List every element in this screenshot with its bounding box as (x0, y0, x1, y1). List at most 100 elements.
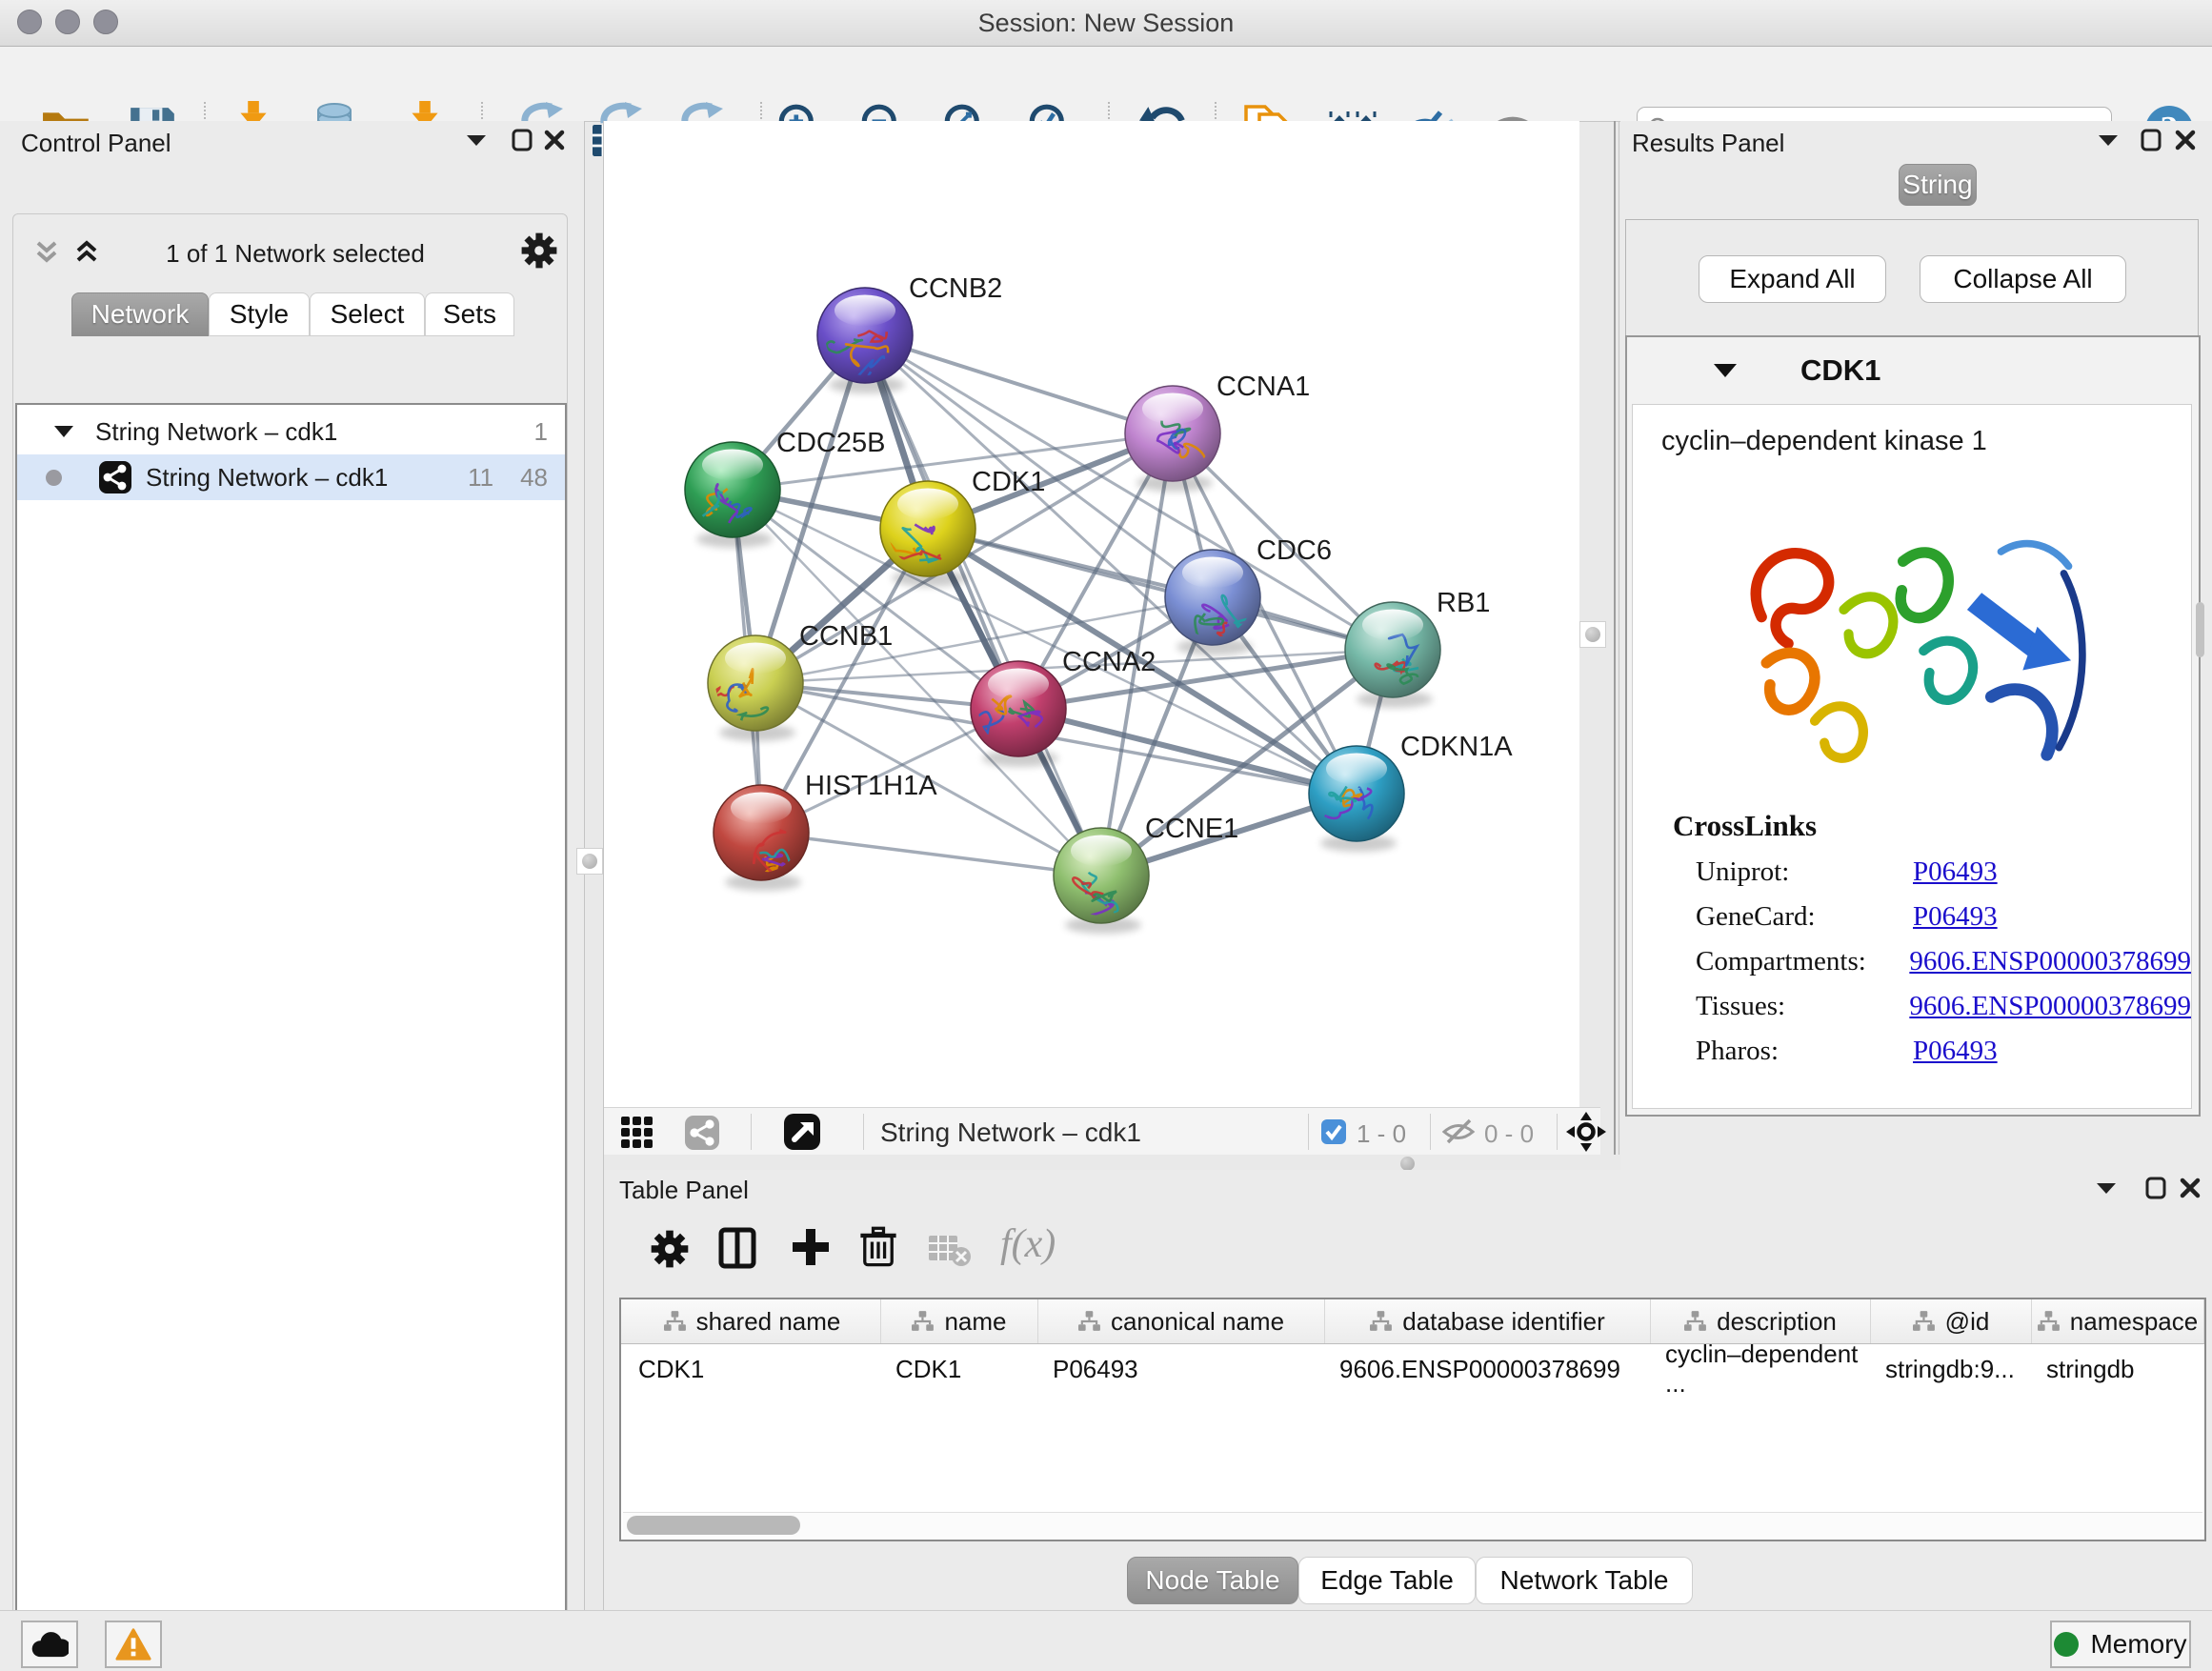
network-collection-row[interactable]: String Network – cdk1 1 (17, 409, 565, 454)
right-splitter-handle[interactable] (1579, 621, 1606, 648)
gene-symbol: CDK1 (1800, 353, 1880, 388)
crosslink-link[interactable]: 9606.ENSP00000378699 (1909, 946, 2191, 977)
results-panel-menu-caret-icon[interactable] (2092, 126, 2124, 154)
table-hscrollbar-thumb[interactable] (627, 1516, 800, 1535)
table-cell[interactable]: cyclin–dependent ... (1651, 1347, 1871, 1391)
column-header-sharedname[interactable]: shared name (624, 1299, 881, 1343)
table-panel-float-icon[interactable] (2140, 1174, 2172, 1202)
node-table: shared name name canonical namedatabase id… (619, 1298, 2206, 1541)
fit-selected-crosshair-icon[interactable] (1566, 1112, 1606, 1157)
column-header-canonicalname[interactable]: canonical name (1038, 1299, 1325, 1343)
column-header-namespace[interactable]: namespace (2032, 1299, 2204, 1343)
gene-section-header[interactable]: CDK1 (1627, 337, 2199, 404)
network-row-selected[interactable]: String Network – cdk1 11 48 (17, 454, 565, 500)
divider-line (1614, 121, 1616, 1155)
tab-string[interactable]: String (1899, 164, 1977, 206)
network-node-label-CDKN1A: CDKN1A (1400, 732, 1513, 762)
delete-table-icon (928, 1235, 972, 1272)
memory-button[interactable]: Memory (2050, 1621, 2191, 1668)
hidden-items-eye-icon[interactable] (1442, 1117, 1477, 1151)
table-cell[interactable]: CDK1 (881, 1347, 1038, 1391)
table-panel-title: Table Panel (619, 1176, 749, 1205)
collapse-all-networks-icon[interactable] (30, 237, 63, 272)
crosslinks-title: CrossLinks (1673, 809, 2191, 843)
column-header-id[interactable]: @id (1871, 1299, 2032, 1343)
tab-edge-table[interactable]: Edge Table (1298, 1557, 1476, 1604)
network-canvas[interactable]: CCNB2CCNA1CDC25BCDK1CDC6RB1CCNB1CCNA2CDK… (604, 121, 1579, 1107)
share-view-icon[interactable] (684, 1115, 720, 1156)
tab-style[interactable]: Style (209, 292, 310, 336)
table-toolbar: f(x) (612, 1208, 2204, 1290)
tab-node-table[interactable]: Node Table (1127, 1557, 1298, 1604)
crosslink-label: Compartments: (1696, 946, 1909, 977)
column-header-label: name (944, 1307, 1006, 1337)
splitter-grip-icon[interactable] (1400, 1157, 1415, 1171)
node-gloss (988, 669, 1049, 700)
cloud-icon (30, 1630, 69, 1659)
network-node-label-CDK1: CDK1 (972, 467, 1045, 497)
hidden-nodes-edges-count: 0 - 0 (1484, 1119, 1534, 1149)
gene-description: cyclin–dependent kinase 1 (1661, 426, 2191, 457)
node-gloss (1071, 836, 1132, 867)
table-cell[interactable]: stringdb (2032, 1347, 2204, 1391)
crosslink-link[interactable]: P06493 (1913, 856, 1998, 888)
tab-sets[interactable]: Sets (425, 292, 514, 336)
node-gloss (1142, 393, 1203, 425)
left-splitter-handle[interactable] (576, 848, 603, 875)
table-panel-menu-caret-icon[interactable] (2090, 1174, 2122, 1202)
control-panel-float-icon[interactable] (506, 126, 538, 154)
results-panel-close-icon[interactable] (2169, 126, 2202, 154)
results-scrollbar-thumb[interactable] (2196, 602, 2204, 657)
results-panel-float-icon[interactable] (2135, 126, 2167, 154)
column-type-icon (1684, 1311, 1707, 1332)
table-cell[interactable]: 9606.ENSP00000378699 (1325, 1347, 1651, 1391)
gene-collapse-caret-icon[interactable] (1713, 362, 1738, 379)
crosslink-link[interactable]: P06493 (1913, 901, 1998, 933)
network-edge-CCNB2-CCNA1[interactable] (865, 335, 1173, 433)
network-options-gear-icon[interactable] (520, 232, 558, 274)
memory-status-dot (2054, 1632, 2079, 1657)
create-column-icon[interactable] (718, 1227, 756, 1274)
table-cell[interactable]: stringdb:9... (1871, 1347, 2032, 1391)
expand-all-networks-icon[interactable] (70, 237, 103, 272)
column-header-name[interactable]: name (881, 1299, 1038, 1343)
results-buttons-box: Expand All Collapse All (1625, 219, 2199, 337)
selected-checkbox-icon[interactable] (1320, 1118, 1347, 1150)
table-cell[interactable]: CDK1 (624, 1347, 881, 1391)
table-panel: Table Panel f(x) shared name name canonica… (604, 1170, 2212, 1610)
collection-count: 1 (534, 417, 548, 447)
table-hscrollbar[interactable] (623, 1512, 2202, 1538)
column-header-description[interactable]: description (1651, 1299, 1871, 1343)
network-node-label-CCNB2: CCNB2 (909, 273, 1002, 304)
expand-all-button[interactable]: Expand All (1699, 255, 1886, 303)
delete-trash-icon[interactable] (857, 1225, 899, 1274)
tab-network[interactable]: Network (71, 292, 209, 336)
grid-view-icon[interactable] (619, 1115, 655, 1156)
network-row-label: String Network – cdk1 (146, 463, 388, 493)
warnings-button[interactable] (105, 1621, 162, 1668)
table-settings-gear-icon[interactable] (650, 1229, 690, 1274)
control-panel-close-icon[interactable] (538, 126, 571, 154)
function-builder-icon: f(x) (1000, 1221, 1056, 1267)
birdseye-view-icon[interactable] (783, 1113, 821, 1156)
string-network-icon (98, 460, 132, 494)
tab-network-table[interactable]: Network Table (1476, 1557, 1693, 1604)
network-view-title: String Network – cdk1 (880, 1117, 1141, 1148)
crosslink-row: Tissues:9606.ENSP00000378699 (1696, 991, 2191, 1022)
collection-caret-icon[interactable] (53, 424, 74, 439)
cloud-button[interactable] (21, 1621, 78, 1668)
table-cell[interactable]: P06493 (1038, 1347, 1325, 1391)
crosslink-row: Uniprot:P06493 (1696, 856, 2191, 888)
tab-select[interactable]: Select (310, 292, 425, 336)
collapse-all-button[interactable]: Collapse All (1920, 255, 2126, 303)
table-panel-close-icon[interactable] (2174, 1174, 2206, 1202)
crosslink-link[interactable]: P06493 (1913, 1036, 1998, 1067)
add-row-plus-icon[interactable] (791, 1227, 831, 1272)
crosslink-link[interactable]: 9606.ENSP00000378699 (1909, 991, 2191, 1022)
column-header-databaseidentifier[interactable]: database identifier (1325, 1299, 1651, 1343)
control-panel-menu-caret-icon[interactable] (460, 126, 493, 154)
network-node-label-HIST1H1A: HIST1H1A (805, 771, 937, 801)
column-type-icon (664, 1311, 687, 1332)
crosslink-row: Pharos:P06493 (1696, 1036, 2191, 1067)
network-edge-CCNE1-HIST1H1A[interactable] (761, 833, 1101, 876)
